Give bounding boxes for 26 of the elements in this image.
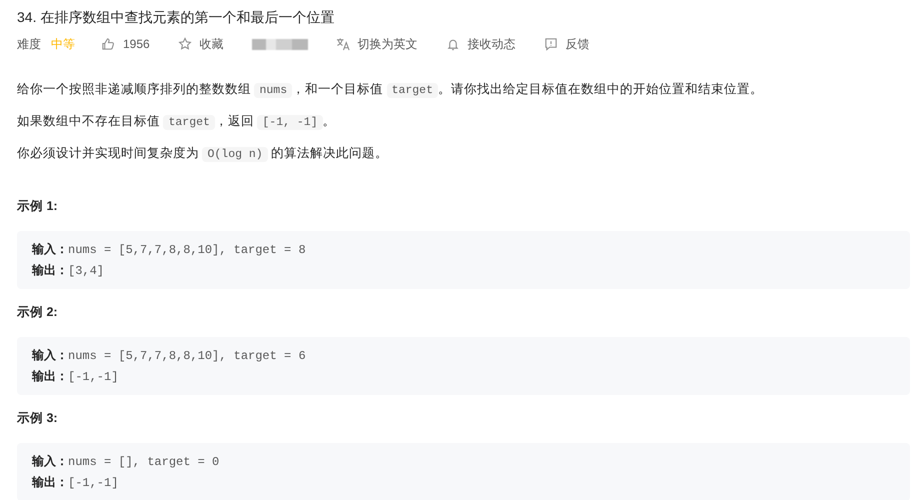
like-button[interactable]: 1956 (123, 35, 150, 53)
example-heading: 示例 2: (17, 304, 59, 321)
example-line: 输出：[-1,-1] (32, 474, 120, 492)
description-text: 给你一个按照非递减顺序排列的整数数组 nums ，和一个目标值 target 。请你找出给定目标值在数组中的开始位置和结束位置。 (17, 81, 764, 99)
example-line: 输出：[-1,-1] (32, 368, 120, 386)
like-icon (101, 37, 115, 51)
example-line: 输入：nums = [], target = 0 (32, 453, 220, 471)
feedback-button[interactable]: 反馈 (566, 35, 590, 53)
star-button[interactable]: 收藏 (200, 35, 224, 53)
translate-icon (336, 37, 350, 51)
redacted-mark (252, 38, 308, 50)
difficulty-label: 难度 (17, 36, 41, 53)
example-line: 输入：nums = [5,7,7,8,8,10], target = 8 (32, 241, 307, 259)
example-heading: 示例 1: (17, 198, 59, 215)
example-heading: 示例 3: (17, 410, 59, 427)
star-icon (178, 37, 192, 51)
example-line: 输入：nums = [5,7,7,8,8,10], target = 6 (32, 347, 307, 365)
feedback-icon (544, 37, 558, 51)
bell-button[interactable]: 接收动态 (468, 35, 516, 53)
description-text: 如果数组中不存在目标值 target ，返回 [-1, -1] 。 (17, 113, 337, 131)
bell-icon (446, 37, 460, 51)
translate-button[interactable]: 切换为英文 (358, 35, 418, 53)
example-line: 输出：[3,4] (32, 262, 106, 280)
problem-title: 34. 在排序数组中查找元素的第一个和最后一个位置 (17, 8, 336, 27)
difficulty-value: 中等 (51, 36, 75, 53)
description-text: 你必须设计并实现时间复杂度为 O(log n) 的算法解决此问题。 (17, 145, 390, 163)
